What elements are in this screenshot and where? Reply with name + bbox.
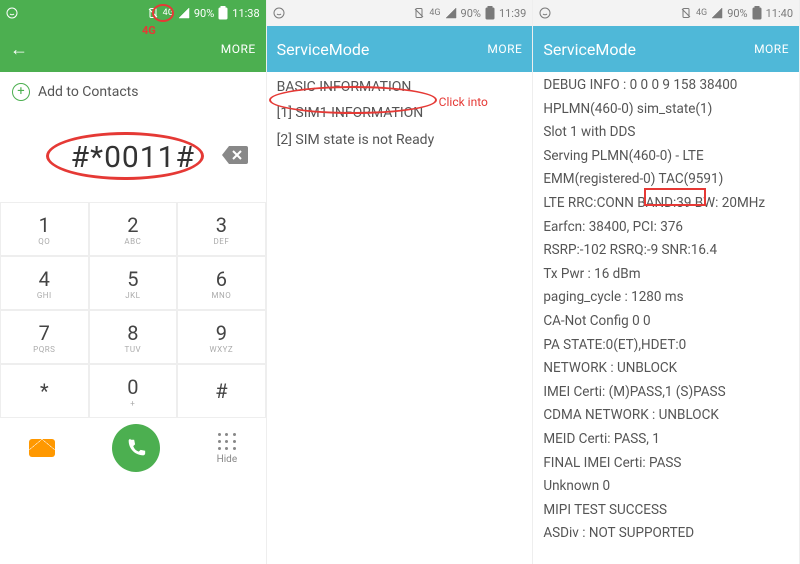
- message-button[interactable]: [29, 439, 55, 457]
- battery-icon: [752, 6, 762, 20]
- key-8[interactable]: 8TUV: [89, 310, 178, 364]
- network-4g-icon: 4G: [696, 8, 707, 18]
- battery-text: 90%: [727, 7, 747, 20]
- key-0[interactable]: 0+: [89, 364, 178, 418]
- no-sim-icon: [147, 7, 159, 19]
- dialpad: 1QO 2ABC 3DEF 4GHI 5JKL 6MNO 7PQRS 8TUV …: [0, 202, 266, 418]
- list-item: MEID Certi: PASS, 1: [533, 428, 799, 452]
- list-item: paging_cycle : 1280 ms: [533, 286, 799, 310]
- key-7[interactable]: 7PQRS: [0, 310, 89, 364]
- keypad-grid-icon: [217, 432, 237, 452]
- key-6[interactable]: 6MNO: [177, 256, 266, 310]
- hide-keypad-button[interactable]: Hide: [217, 432, 238, 465]
- key-4[interactable]: 4GHI: [0, 256, 89, 310]
- servicemode-header: ServiceMode MORE: [533, 26, 799, 72]
- more-button[interactable]: MORE: [487, 42, 522, 56]
- add-to-contacts-label: Add to Contacts: [38, 84, 138, 100]
- signal-icon: [445, 7, 457, 19]
- list-item: PA STATE:0(ET),HDET:0: [533, 334, 799, 358]
- key-star[interactable]: *: [0, 364, 89, 418]
- key-hash[interactable]: #: [177, 364, 266, 418]
- servicemode-detail-screen: 4G 90% 11:40 ServiceMode MORE DEBUG INFO…: [533, 0, 800, 564]
- list-item: ASDiv : NOT SUPPORTED: [533, 522, 799, 546]
- backspace-button[interactable]: [222, 146, 248, 168]
- no-sim-icon: [413, 7, 425, 19]
- key-9[interactable]: 9WXYZ: [177, 310, 266, 364]
- list-item: Tx Pwr : 16 dBm: [533, 263, 799, 287]
- back-button[interactable]: ←: [10, 39, 28, 60]
- battery-icon: [485, 6, 495, 20]
- list-item: FINAL IMEI Certi: PASS: [533, 452, 799, 476]
- dialer-header: ← MORE: [0, 26, 266, 72]
- servicemode-menu-list: BASIC INFORMATION [1] SIM1 INFORMATION […: [267, 72, 533, 564]
- battery-icon: [218, 6, 228, 20]
- list-item: IMEI Certi: (M)PASS,1 (S)PASS: [533, 381, 799, 405]
- list-item: LTE RRC:CONN BAND:39 BW: 20MHz: [533, 192, 799, 216]
- phone-icon: [125, 437, 147, 459]
- signal-icon: [178, 7, 190, 19]
- servicemode-header: ServiceMode MORE: [267, 26, 533, 72]
- network-4g-icon: 4G: [429, 8, 440, 18]
- key-1[interactable]: 1QO: [0, 202, 89, 256]
- list-item[interactable]: BASIC INFORMATION: [267, 74, 533, 100]
- dialed-number: #*0011#: [71, 140, 195, 175]
- header-title: ServiceMode: [277, 40, 370, 59]
- clock-text: 11:38: [232, 7, 259, 20]
- hide-label: Hide: [217, 454, 238, 465]
- list-item: Earfcn: 38400, PCI: 376: [533, 216, 799, 240]
- list-item[interactable]: [2] SIM state is not Ready: [267, 127, 533, 153]
- header-title: ServiceMode: [543, 40, 636, 59]
- list-item: Serving PLMN(460-0) - LTE: [533, 145, 799, 169]
- whatsapp-icon: [539, 7, 551, 19]
- number-display: #*0011#: [0, 112, 266, 202]
- network-4g-icon: 4G: [163, 8, 174, 18]
- clock-text: 11:39: [499, 7, 526, 20]
- key-3[interactable]: 3DEF: [177, 202, 266, 256]
- plus-icon: +: [12, 83, 30, 101]
- clock-text: 11:40: [766, 7, 793, 20]
- add-to-contacts-row[interactable]: + Add to Contacts: [0, 72, 266, 112]
- more-button[interactable]: MORE: [754, 42, 789, 56]
- dialer-screen: 4G 90% 11:38 4G ← MORE + Add to Contacts…: [0, 0, 267, 564]
- list-item[interactable]: [1] SIM1 INFORMATION: [267, 100, 533, 126]
- more-button[interactable]: MORE: [221, 42, 256, 56]
- list-item: DEBUG INFO : 0 0 0 9 158 38400: [533, 74, 799, 98]
- list-item: Slot 1 with DDS: [533, 121, 799, 145]
- list-item: CA-Not Config 0 0: [533, 310, 799, 334]
- key-2[interactable]: 2ABC: [89, 202, 178, 256]
- signal-icon: [711, 7, 723, 19]
- battery-text: 90%: [461, 7, 481, 20]
- key-5[interactable]: 5JKL: [89, 256, 178, 310]
- list-item: HPLMN(460-0) sim_state(1): [533, 98, 799, 122]
- servicemode-detail-list: DEBUG INFO : 0 0 0 9 158 38400 HPLMN(460…: [533, 72, 799, 564]
- list-item: Unknown 0: [533, 475, 799, 499]
- call-button[interactable]: [112, 424, 160, 472]
- status-bar: 4G 90% 11:40: [533, 0, 799, 26]
- list-item: RSRP:-102 RSRQ:-9 SNR:16.4: [533, 239, 799, 263]
- no-sim-icon: [680, 7, 692, 19]
- dialer-actions: Hide: [0, 418, 266, 486]
- status-bar: 4G 90% 11:39: [267, 0, 533, 26]
- list-item: MIPI TEST SUCCESS: [533, 499, 799, 523]
- list-item: EMM(registered-0) TAC(9591): [533, 168, 799, 192]
- whatsapp-icon: [273, 7, 285, 19]
- list-item: NETWORK : UNBLOCK: [533, 357, 799, 381]
- battery-text: 90%: [194, 7, 214, 20]
- list-item: CDMA NETWORK : UNBLOCK: [533, 404, 799, 428]
- status-bar: 4G 90% 11:38: [0, 0, 266, 26]
- whatsapp-icon: [6, 7, 18, 19]
- servicemode-menu-screen: 4G 90% 11:39 ServiceMode MORE BASIC INFO…: [267, 0, 534, 564]
